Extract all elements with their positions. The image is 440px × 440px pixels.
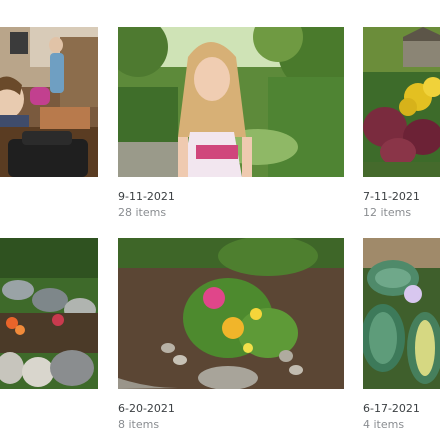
album-item-count: 12 items: [363, 206, 412, 219]
album-card-9-11-2021[interactable]: 9-11-2021 28 items: [118, 0, 344, 230]
zinnia-flowers-photo-thumbnail[interactable]: [118, 238, 344, 389]
album-card-7-11-2021[interactable]: 7-11-2021 12 items: [363, 0, 440, 230]
girl-in-garden-photo-thumbnail[interactable]: [118, 27, 344, 177]
album-card-left-bottom[interactable]: [0, 238, 98, 398]
album-item-count: 8 items: [118, 418, 160, 431]
album-item-count: 4 items: [363, 418, 405, 431]
rock-garden-photo-thumbnail[interactable]: [0, 238, 98, 389]
album-date: 7-11-2021: [363, 190, 420, 203]
kids-indoor-photo-thumbnail[interactable]: [0, 27, 98, 177]
album-date: 9-11-2021: [118, 190, 175, 203]
album-date: 6-20-2021: [118, 402, 175, 415]
album-card-left-top[interactable]: [0, 0, 98, 220]
album-card-6-17-2021[interactable]: 6-17-2021 4 items: [363, 238, 440, 438]
album-item-count: 28 items: [118, 206, 167, 219]
flower-garden-photo-thumbnail[interactable]: [363, 27, 440, 177]
album-date: 6-17-2021: [363, 402, 420, 415]
hosta-leaves-photo-thumbnail[interactable]: [363, 238, 440, 389]
album-card-6-20-2021[interactable]: 6-20-2021 8 items: [118, 238, 344, 438]
